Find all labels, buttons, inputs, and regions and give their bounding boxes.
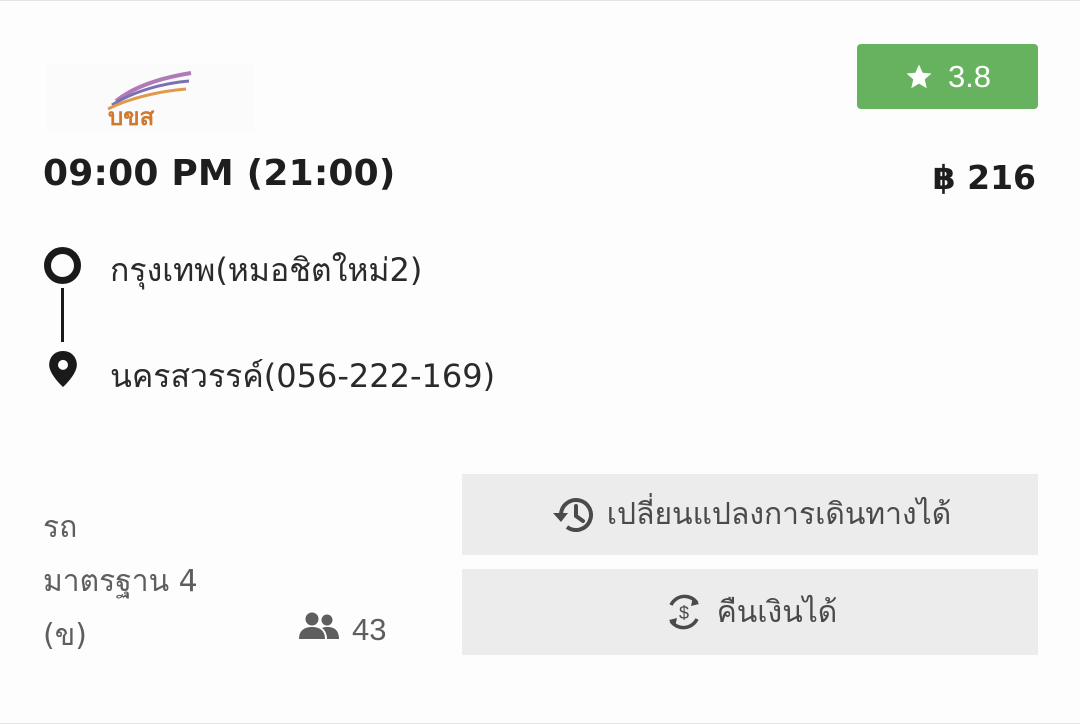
logo-text: บขส <box>108 103 155 131</box>
refundable-label: คืนเงินได้ <box>716 594 838 630</box>
rating-value: 3.8 <box>947 58 992 94</box>
svg-text:$: $ <box>679 603 689 623</box>
available-seats: 43 <box>298 611 386 649</box>
origin-station: กรุงเทพ(หมอชิตใหม่2) <box>110 251 423 289</box>
history-icon <box>549 494 595 536</box>
refundable-policy-button[interactable]: $ คืนเงินได้ <box>462 569 1038 655</box>
bus-type-line: (ข) <box>43 618 87 653</box>
fare-price: ฿ 216 <box>932 158 1036 197</box>
route-connector <box>61 288 64 342</box>
people-icon <box>298 611 340 649</box>
refund-icon: $ <box>663 591 705 633</box>
star-icon <box>904 62 934 92</box>
location-pin-icon <box>46 351 80 391</box>
rating-badge: 3.8 <box>857 44 1038 109</box>
operator-logo: บขส <box>46 65 254 131</box>
departure-time: 09:00 PM (21:00) <box>43 153 396 194</box>
bus-type-line: รถ <box>43 510 78 545</box>
destination-station: นครสวรรค์(056-222-169) <box>110 357 496 395</box>
bus-type: รถ มาตรฐาน 4 (ข) <box>43 501 198 663</box>
changeable-policy-button[interactable]: เปลี่ยนแปลงการเดินทางได้ <box>462 474 1038 555</box>
changeable-label: เปลี่ยนแปลงการเดินทางได้ <box>606 497 952 532</box>
trip-card[interactable]: บขส 3.8 09:00 PM (21:00) ฿ 216 กรุงเทพ(ห… <box>0 0 1080 724</box>
seat-count: 43 <box>352 612 387 647</box>
origin-circle-icon <box>44 247 81 284</box>
bus-type-line: มาตรฐาน 4 <box>43 564 198 599</box>
